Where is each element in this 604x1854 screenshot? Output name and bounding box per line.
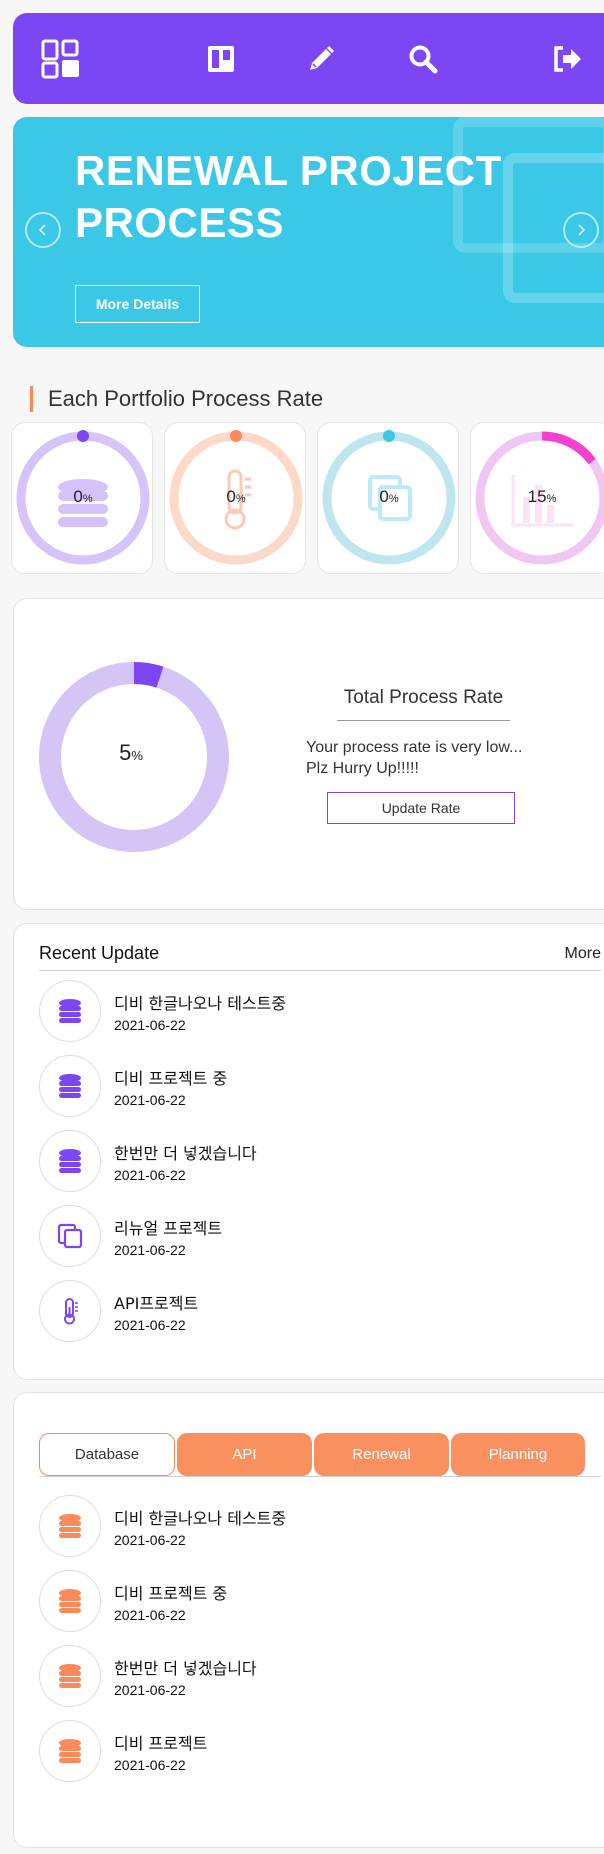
list-item[interactable]: 한번만 더 넣겠습니다 2021-06-22 <box>39 1130 559 1194</box>
item-title: API프로젝트 <box>114 1294 199 1313</box>
thermometer-icon <box>39 1280 101 1342</box>
list-item[interactable]: 디비 프로젝트 2021-06-22 <box>39 1720 559 1784</box>
hero-banner: RENEWAL PROJECT PROCESS More Details <box>13 117 604 347</box>
portfolio-card-renewal[interactable]: 0% <box>317 422 459 574</box>
item-title: 디비 프로젝트 <box>114 1734 208 1753</box>
portfolio-rate: 0% <box>379 487 399 506</box>
more-details-button[interactable]: More Details <box>75 285 200 323</box>
recent-update-title: Recent Update <box>39 943 160 963</box>
database-icon <box>39 1570 101 1632</box>
category-card: Database API Renewal Planning 디비 한글나오나 테… <box>13 1392 604 1848</box>
total-title: Total Process Rate <box>337 687 510 721</box>
item-title: 리뉴얼 프로젝트 <box>114 1219 223 1238</box>
tab-api[interactable]: API <box>177 1433 312 1476</box>
portfolio-card-planning[interactable]: 15% <box>470 422 604 574</box>
list-item[interactable]: 디비 프로젝트 중 2021-06-22 <box>39 1570 559 1634</box>
portfolio-rate: 0% <box>226 487 246 506</box>
database-icon <box>39 1130 101 1192</box>
portfolio-card-api[interactable]: 0% <box>164 422 306 574</box>
total-rate: 5% <box>119 740 143 765</box>
logout-icon[interactable] <box>548 13 588 104</box>
item-date: 2021-06-22 <box>114 1242 186 1258</box>
ring-start-dot <box>230 430 242 442</box>
item-title: 디비 한글나오나 테스트중 <box>114 1509 287 1528</box>
recent-update-header: Recent Update More <box>39 937 601 971</box>
dashboard-icon[interactable] <box>41 13 81 104</box>
section-title: Each Portfolio Process Rate <box>30 385 323 413</box>
list-item[interactable]: 한번만 더 넣겠습니다 2021-06-22 <box>39 1645 559 1709</box>
tab-renewal[interactable]: Renewal <box>314 1433 449 1476</box>
database-icon <box>39 980 101 1042</box>
database-icon <box>39 1495 101 1557</box>
category-tabs: Database API Renewal Planning <box>39 1433 601 1477</box>
board-icon[interactable] <box>201 13 241 104</box>
list-item[interactable]: 리뉴얼 프로젝트 2021-06-22 <box>39 1205 559 1269</box>
search-icon[interactable] <box>403 13 443 104</box>
list-item[interactable]: 디비 한글나오나 테스트중 2021-06-22 <box>39 980 559 1044</box>
portfolio-card-database[interactable]: 0% <box>11 422 153 574</box>
portfolio-rate: 0% <box>73 487 93 506</box>
copy-icon <box>39 1205 101 1267</box>
portfolio-rate: 15% <box>527 487 557 506</box>
item-date: 2021-06-22 <box>114 1317 186 1333</box>
pencil-icon[interactable] <box>301 13 341 104</box>
item-title: 디비 프로젝트 중 <box>114 1584 228 1603</box>
item-title: 한번만 더 넣겠습니다 <box>114 1144 257 1163</box>
section-title-text: Each Portfolio Process Rate <box>48 386 324 411</box>
item-date: 2021-06-22 <box>114 1092 186 1108</box>
item-title: 한번만 더 넣겠습니다 <box>114 1659 257 1678</box>
hero-title: RENEWAL PROJECT PROCESS <box>75 147 502 246</box>
database-icon <box>39 1720 101 1782</box>
recent-update-card: Recent Update More 디비 한글나오나 테스트중 2021-06… <box>13 923 604 1380</box>
database-icon <box>39 1055 101 1117</box>
item-date: 2021-06-22 <box>114 1017 186 1033</box>
chevron-left-icon[interactable] <box>25 212 61 248</box>
total-message: Your process rate is very low... Plz Hur… <box>306 737 546 779</box>
item-date: 2021-06-22 <box>114 1682 186 1698</box>
item-title: 디비 프로젝트 중 <box>114 1069 228 1088</box>
list-item[interactable]: 디비 한글나오나 테스트중 2021-06-22 <box>39 1495 559 1559</box>
item-date: 2021-06-22 <box>114 1532 186 1548</box>
item-date: 2021-06-22 <box>114 1607 186 1623</box>
item-title: 디비 한글나오나 테스트중 <box>114 994 287 1013</box>
tab-planning[interactable]: Planning <box>451 1433 585 1476</box>
total-message-line: Plz Hurry Up!!!!! <box>306 760 419 777</box>
chevron-right-icon[interactable] <box>563 212 599 248</box>
update-rate-button[interactable]: Update Rate <box>327 792 515 824</box>
tab-database[interactable]: Database <box>39 1433 175 1476</box>
ring-start-dot <box>77 430 89 442</box>
more-link[interactable]: More <box>565 945 601 963</box>
ring-start-dot <box>383 430 395 442</box>
total-process-card: 5% Total Process Rate Your process rate … <box>13 598 604 910</box>
item-date: 2021-06-22 <box>114 1757 186 1773</box>
list-item[interactable]: API프로젝트 2021-06-22 <box>39 1280 559 1344</box>
top-navigation <box>13 13 604 104</box>
item-date: 2021-06-22 <box>114 1167 186 1183</box>
database-icon <box>39 1645 101 1707</box>
list-item[interactable]: 디비 프로젝트 중 2021-06-22 <box>39 1055 559 1119</box>
section-title-marker <box>30 386 33 412</box>
total-message-line: Your process rate is very low... <box>306 739 523 756</box>
